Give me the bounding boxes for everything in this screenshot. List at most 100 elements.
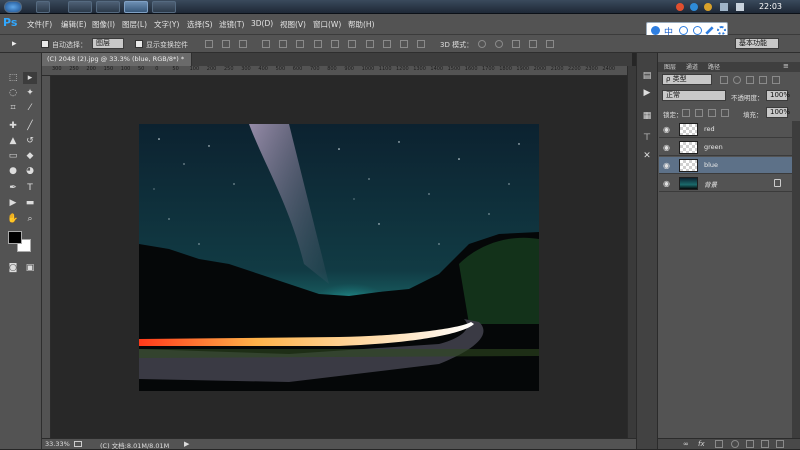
volume-icon[interactable]	[736, 3, 744, 11]
layer-row-blue[interactable]: ◉ blue	[659, 157, 792, 174]
new-layer-icon[interactable]	[761, 440, 769, 448]
brush-tool-icon[interactable]: ╱	[23, 120, 37, 132]
status-arrow-icon[interactable]: ▶	[184, 440, 189, 448]
lock-image-icon[interactable]	[695, 109, 703, 117]
align-vcenter-icon[interactable]	[222, 40, 230, 48]
eye-icon[interactable]: ◉	[663, 161, 672, 170]
taskbar-app-3[interactable]	[96, 1, 120, 13]
network-icon[interactable]	[720, 3, 728, 11]
lock-position-icon[interactable]	[708, 109, 716, 117]
3d-roll-icon[interactable]	[495, 40, 503, 48]
filter-smart-icon[interactable]	[772, 76, 780, 84]
taskbar-clock[interactable]: 22:03	[759, 2, 782, 11]
zoom-level[interactable]: 33.33%	[45, 440, 70, 448]
3d-scale-icon[interactable]	[546, 40, 554, 48]
menu-3d[interactable]: 3D(D)	[251, 19, 273, 28]
tab-paths[interactable]: 路径	[708, 62, 720, 71]
blend-mode-dropdown[interactable]: 正常	[662, 90, 726, 101]
adjustment-layer-icon[interactable]	[731, 440, 739, 448]
adjustments-panel-icon[interactable]: ⊤	[640, 132, 654, 144]
start-button[interactable]	[4, 1, 22, 13]
add-mask-icon[interactable]	[715, 440, 723, 448]
3d-pan-icon[interactable]	[512, 40, 520, 48]
actions-panel-icon[interactable]: ▶	[640, 87, 654, 99]
document-tab[interactable]: (C) 2048 (2).jpg @ 33.3% (blue, RGB/8*) …	[42, 53, 192, 66]
eye-icon[interactable]: ◉	[663, 143, 672, 152]
auto-select-dropdown[interactable]: 图层	[92, 38, 124, 49]
align-right-icon[interactable]	[296, 40, 304, 48]
quick-mask-icon[interactable]: ◙	[6, 262, 20, 274]
dodge-tool-icon[interactable]: ◕	[23, 165, 37, 177]
vertical-scrollbar[interactable]	[627, 66, 636, 438]
eyedropper-tool-icon[interactable]: ⁄	[23, 102, 37, 114]
distribute-right-icon[interactable]	[400, 40, 408, 48]
magic-wand-tool-icon[interactable]: ✦	[23, 87, 37, 99]
tray-icon[interactable]	[690, 3, 698, 11]
taskbar-app-2[interactable]	[68, 1, 92, 13]
smiley-icon[interactable]	[679, 26, 688, 35]
eraser-tool-icon[interactable]: ▭	[6, 150, 20, 162]
opacity-input[interactable]: 100%	[766, 90, 790, 101]
crop-tool-icon[interactable]: ⌗	[6, 102, 20, 114]
menu-view[interactable]: 视图(V)	[280, 19, 306, 30]
layer-row-green[interactable]: ◉ green	[659, 139, 792, 156]
tray-icon[interactable]	[676, 3, 684, 11]
lasso-tool-icon[interactable]: ◌	[6, 87, 20, 99]
distribute-bottom-icon[interactable]	[348, 40, 356, 48]
lock-transparent-icon[interactable]	[682, 109, 690, 117]
layer-style-icon[interactable]: fx	[698, 440, 705, 448]
fill-input[interactable]: 100%	[766, 107, 790, 118]
link-layers-icon[interactable]: ∞	[683, 440, 689, 448]
hand-tool-icon[interactable]: ✋	[6, 213, 20, 225]
filter-type-icon[interactable]	[746, 76, 754, 84]
mic-icon[interactable]	[693, 26, 702, 35]
history-brush-tool-icon[interactable]: ↺	[23, 135, 37, 147]
filter-shape-icon[interactable]	[759, 76, 767, 84]
marquee-tool-icon[interactable]: ⬚	[6, 72, 20, 84]
3d-slide-icon[interactable]	[529, 40, 537, 48]
align-top-icon[interactable]	[205, 40, 213, 48]
zoom-tool-icon[interactable]: ⌕	[23, 213, 37, 225]
document-image[interactable]	[139, 124, 539, 391]
show-transform-checkbox[interactable]	[135, 40, 143, 48]
clone-stamp-tool-icon[interactable]: ▲	[6, 135, 20, 147]
history-panel-icon[interactable]: ▤	[640, 70, 654, 82]
taskbar-app-1[interactable]	[36, 1, 50, 13]
move-tool-preset-icon[interactable]: ▸	[12, 39, 26, 49]
menu-edit[interactable]: 编辑(E)	[61, 19, 87, 30]
menu-image[interactable]: 图像(I)	[92, 19, 115, 30]
distribute-top-icon[interactable]	[314, 40, 322, 48]
eye-icon[interactable]: ◉	[663, 125, 672, 134]
menu-layer[interactable]: 图层(L)	[122, 19, 147, 30]
taskbar-photoshop[interactable]	[124, 1, 148, 13]
align-hcenter-icon[interactable]	[279, 40, 287, 48]
tray-icon[interactable]	[704, 3, 712, 11]
move-tool-icon[interactable]: ▸	[23, 72, 37, 84]
distribute-vcenter-icon[interactable]	[331, 40, 339, 48]
type-tool-icon[interactable]: T	[23, 182, 37, 194]
healing-brush-tool-icon[interactable]: ✚	[6, 120, 20, 132]
align-bottom-icon[interactable]	[239, 40, 247, 48]
menu-type[interactable]: 文字(Y)	[154, 19, 179, 30]
tab-layers[interactable]: 图层	[664, 62, 676, 71]
layer-filter-dropdown[interactable]: ρ 类型	[662, 74, 712, 85]
tab-channels[interactable]: 通道	[686, 62, 698, 71]
menu-help[interactable]: 帮助(H)	[348, 19, 375, 30]
layer-row-background[interactable]: ◉ 背景	[659, 175, 792, 192]
blur-tool-icon[interactable]: ●	[6, 165, 20, 177]
filter-adjust-icon[interactable]	[733, 76, 741, 84]
paw-icon[interactable]	[651, 26, 660, 35]
path-selection-tool-icon[interactable]: ▶	[6, 197, 20, 209]
distribute-hcenter-icon[interactable]	[383, 40, 391, 48]
auto-select-checkbox[interactable]	[41, 40, 49, 48]
auto-align-icon[interactable]	[417, 40, 425, 48]
new-group-icon[interactable]	[746, 440, 754, 448]
workspace-dropdown[interactable]: 基本功能	[735, 38, 779, 49]
info-panel-icon[interactable]: ✕	[640, 150, 654, 162]
menu-file[interactable]: 文件(F)	[27, 19, 52, 30]
panel-menu-icon[interactable]: ≡	[783, 62, 789, 70]
3d-rotate-icon[interactable]	[478, 40, 486, 48]
screen-mode-icon[interactable]: ▣	[23, 262, 37, 274]
paint-bucket-tool-icon[interactable]: ◆	[23, 150, 37, 162]
rectangle-tool-icon[interactable]: ▬	[23, 197, 37, 209]
